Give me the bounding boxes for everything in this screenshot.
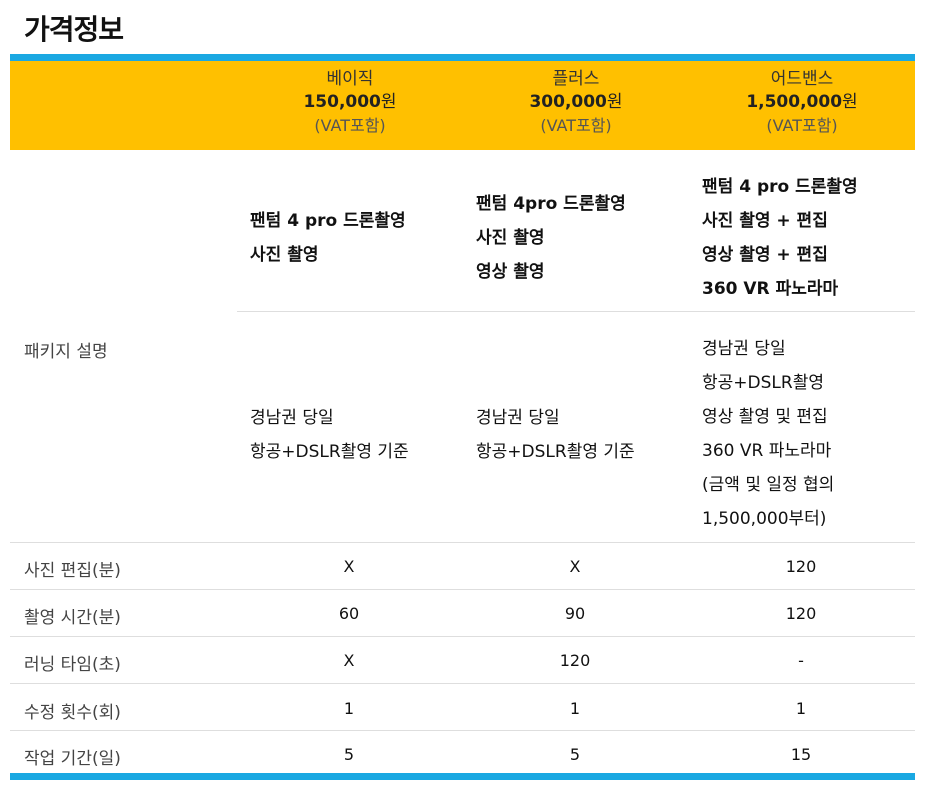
divider — [10, 589, 915, 590]
table-cell: 5 — [343, 745, 355, 764]
divider — [237, 311, 915, 312]
package-features-advance: 팬텀 4 pro 드론촬영 사진 촬영 + 편집 영상 촬영 + 편집 360 … — [702, 170, 858, 306]
divider — [10, 730, 915, 731]
description-line: (금액 및 일정 협의 — [702, 475, 835, 495]
feature-item: 사진 촬영 + 편집 — [702, 211, 828, 231]
plan-header-plus: 플러스 300,000원 (VAT포함) — [463, 68, 689, 137]
description-line: 항공+DSLR촬영 — [702, 373, 824, 393]
plan-header-basic: 베이직 150,000원 (VAT포함) — [237, 68, 463, 137]
description-line: 1,500,000부터) — [702, 509, 827, 529]
table-cell: X — [569, 557, 581, 576]
feature-item: 영상 촬영 — [476, 262, 545, 282]
table-cell: 120 — [785, 604, 817, 623]
table-cell: 5 — [569, 745, 581, 764]
table-cell: X — [343, 651, 355, 670]
plan-vat-note: (VAT포함) — [766, 116, 838, 135]
package-description-advance: 경남권 당일 항공+DSLR촬영 영상 촬영 및 편집 360 VR 파노라마 … — [702, 332, 834, 536]
package-features-plus: 팬텀 4pro 드론촬영 사진 촬영 영상 촬영 — [476, 187, 626, 289]
description-line: 경남권 당일 — [250, 408, 334, 428]
page-title: 가격정보 — [24, 13, 124, 46]
plan-name: 플러스 — [552, 69, 600, 89]
description-line: 경남권 당일 — [702, 339, 786, 359]
plan-header-advance: 어드밴스 1,500,000원 (VAT포함) — [689, 68, 915, 137]
row-label-shoot-time: 촬영 시간(분) — [24, 608, 121, 628]
plan-name: 베이직 — [326, 69, 374, 89]
plan-price: 150,000원 — [303, 92, 397, 112]
description-line: 영상 촬영 및 편집 — [702, 407, 828, 427]
divider — [10, 636, 915, 637]
table-cell: 90 — [564, 604, 586, 623]
feature-item: 사진 촬영 — [250, 245, 319, 265]
table-cell: 1 — [569, 699, 581, 718]
description-line: 항공+DSLR촬영 기준 — [250, 442, 409, 462]
plan-price: 300,000원 — [529, 92, 623, 112]
description-line: 항공+DSLR촬영 기준 — [476, 442, 635, 462]
table-cell: X — [343, 557, 355, 576]
plan-vat-note: (VAT포함) — [540, 116, 612, 135]
package-description-plus: 경남권 당일 항공+DSLR촬영 기준 — [476, 401, 635, 469]
table-cell: - — [798, 651, 804, 670]
feature-item: 사진 촬영 — [476, 228, 545, 248]
table-cell: 1 — [343, 699, 355, 718]
description-line: 360 VR 파노라마 — [702, 441, 832, 461]
feature-item: 360 VR 파노라마 — [702, 279, 839, 299]
package-features-basic: 팬텀 4 pro 드론촬영 사진 촬영 — [250, 204, 406, 272]
feature-item: 팬텀 4 pro 드론촬영 — [250, 211, 406, 231]
row-label-revisions: 수정 횟수(회) — [24, 703, 121, 723]
feature-item: 팬텀 4pro 드론촬영 — [476, 194, 626, 214]
package-description-basic: 경남권 당일 항공+DSLR촬영 기준 — [250, 401, 409, 469]
divider — [10, 683, 915, 684]
package-label: 패키지 설명 — [24, 342, 108, 362]
plan-vat-note: (VAT포함) — [314, 116, 386, 135]
row-label-running-time: 러닝 타임(초) — [24, 655, 121, 675]
row-label-work-period: 작업 기간(일) — [24, 749, 121, 769]
divider — [10, 542, 915, 543]
plan-price: 1,500,000원 — [746, 92, 858, 112]
table-cell: 120 — [785, 557, 817, 576]
table-cell: 60 — [338, 604, 360, 623]
bottom-accent-bar — [10, 773, 915, 780]
feature-item: 영상 촬영 + 편집 — [702, 245, 828, 265]
table-cell: 1 — [795, 699, 807, 718]
description-line: 경남권 당일 — [476, 408, 560, 428]
row-label-photo-edit: 사진 편집(분) — [24, 561, 121, 581]
plan-name: 어드밴스 — [770, 69, 834, 89]
top-accent-bar — [10, 54, 915, 61]
table-cell: 15 — [790, 745, 812, 764]
feature-item: 팬텀 4 pro 드론촬영 — [702, 177, 858, 197]
table-cell: 120 — [559, 651, 591, 670]
